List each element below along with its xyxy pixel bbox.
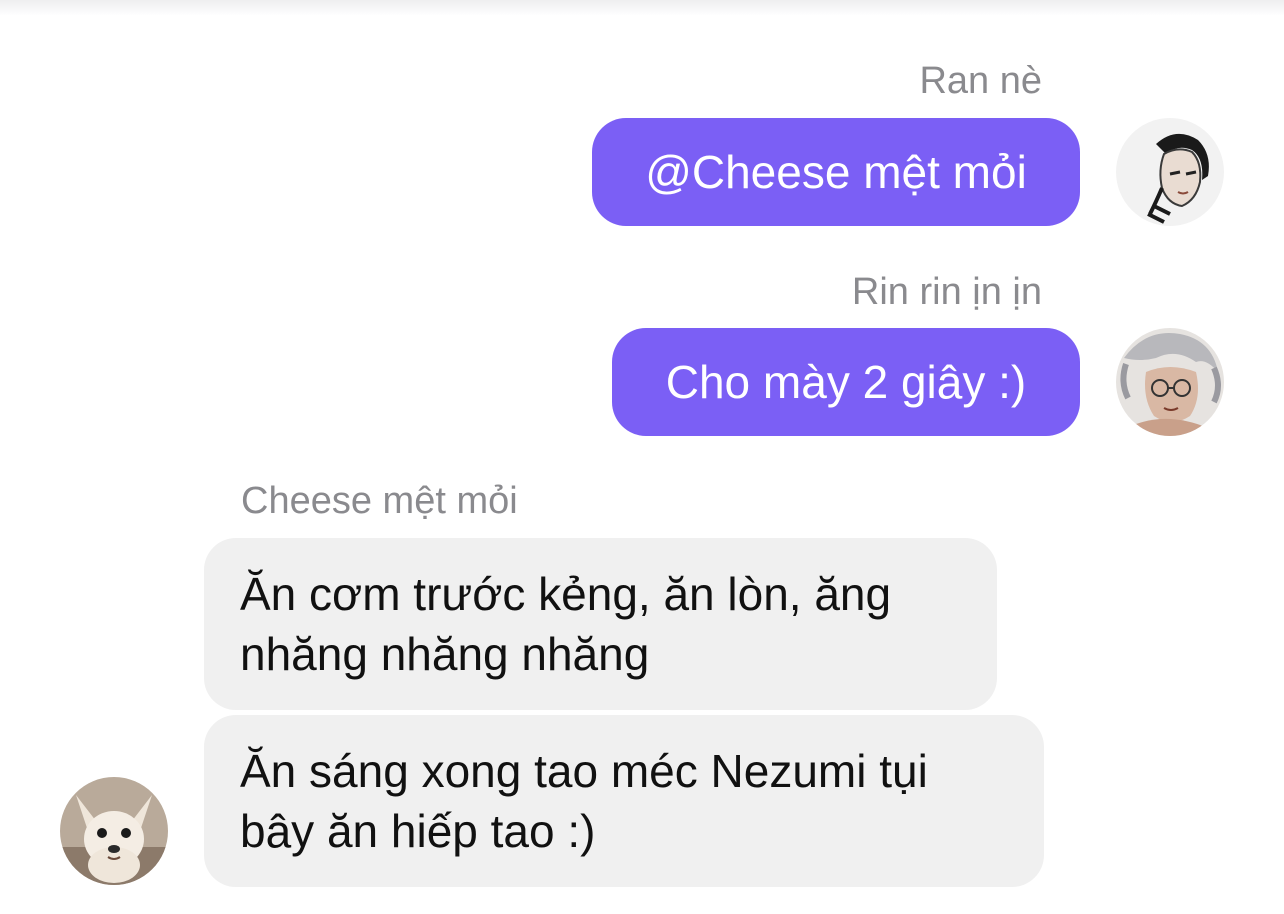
message-bubble[interactable]: Ăn cơm trước kẻng, ăn lòn, ăng nhăng nhă… <box>204 538 997 710</box>
message-bubble[interactable]: @Cheese mệt mỏi <box>592 118 1080 226</box>
sender-name: Rin rin ịn ịn <box>851 271 1042 313</box>
sender-name: Ran nè <box>919 60 1042 102</box>
message-bubble[interactable]: Ăn sáng xong tao méc Nezumi tụi bây ăn h… <box>204 715 1044 887</box>
message-bubble[interactable]: Cho mày 2 giây :) <box>612 328 1080 436</box>
chihuahua-dog-avatar-icon[interactable] <box>60 777 168 885</box>
anime-character-braid-avatar-icon[interactable] <box>1116 118 1224 226</box>
sender-name: Cheese mệt mỏi <box>241 480 518 522</box>
anime-character-glasses-avatar-icon[interactable] <box>1116 328 1224 436</box>
top-bar-shadow <box>0 0 1284 16</box>
